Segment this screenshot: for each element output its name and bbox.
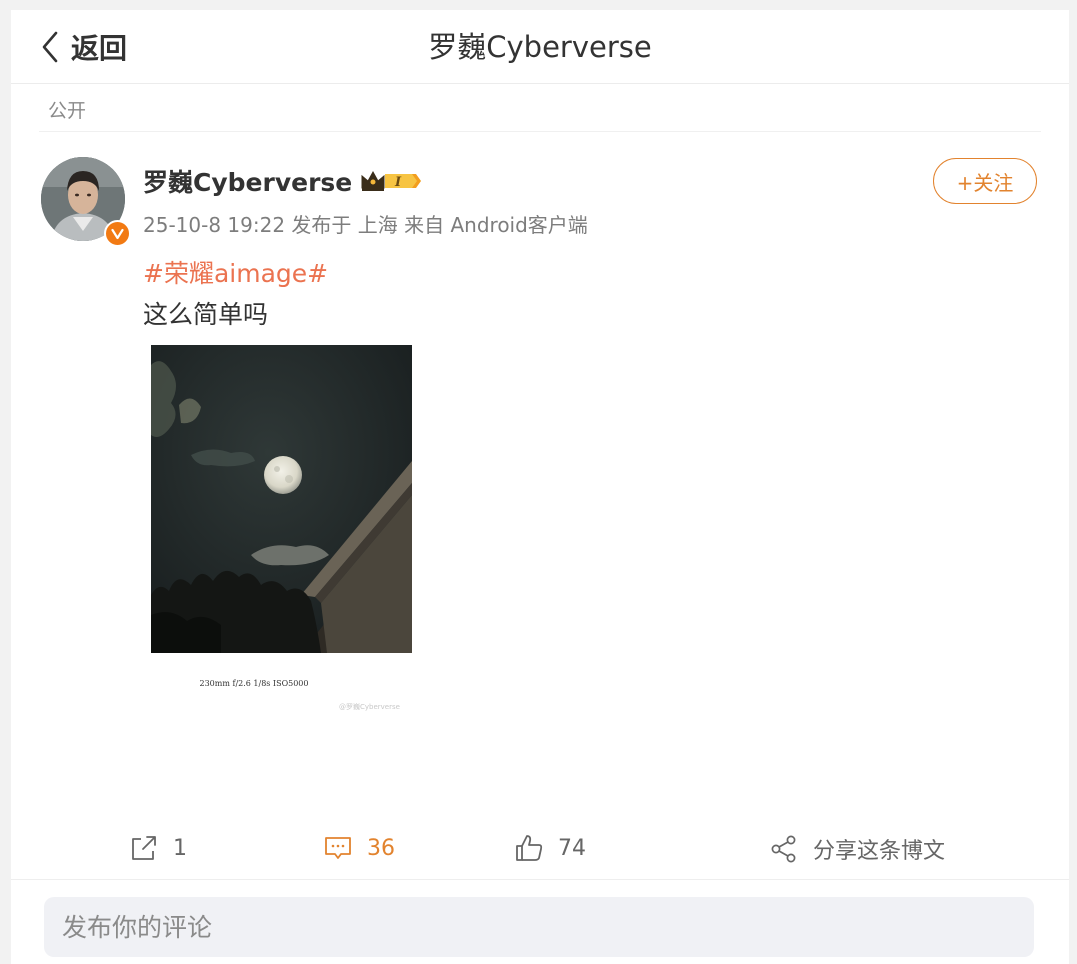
username[interactable]: 罗巍Cyberverse (143, 163, 352, 199)
post-text: 这么简单吗 (143, 300, 269, 329)
visibility-label: 公开 (48, 100, 87, 122)
divider (11, 879, 1069, 880)
svg-text:I: I (394, 175, 402, 190)
comment-count: 36 (367, 835, 395, 861)
exif-caption: 230mm f/2.6 1/8s ISO5000 (199, 679, 309, 688)
repost-icon (132, 836, 156, 860)
post-meta: 25-10-8 19:22 发布于 上海 来自 Android客户端 (143, 213, 588, 237)
hashtag-link[interactable]: #荣耀aimage# (143, 254, 328, 290)
moon-photo (151, 345, 412, 653)
like-button[interactable]: 74 (514, 833, 586, 863)
page-title: 罗巍Cyberverse (428, 30, 652, 64)
action-bar: 1 36 74 分享这条博文 (11, 825, 1069, 880)
share-icon (771, 835, 796, 863)
image-watermark: @罗巍Cyberverse (339, 703, 400, 711)
page-header: 返回 罗巍Cyberverse (11, 10, 1069, 84)
repost-button[interactable]: 1 (129, 833, 187, 863)
verified-v-badge-icon (104, 220, 131, 247)
share-label: 分享这条博文 (813, 839, 946, 864)
like-count: 74 (558, 835, 586, 861)
post-image[interactable]: 230mm f/2.6 1/8s ISO5000 @罗巍Cyberverse (144, 340, 424, 720)
crown-icon: I (361, 170, 422, 191)
thumbs-up-icon (516, 835, 543, 861)
post-author[interactable]: 罗巍Cyberverse I (143, 163, 422, 199)
follow-button[interactable]: +关注 (933, 158, 1037, 204)
divider (39, 131, 1041, 132)
share-button[interactable]: 分享这条博文 (769, 833, 945, 865)
post-detail-card: 返回 罗巍Cyberverse 公开 罗巍Cyberverse I 25-10-… (11, 10, 1069, 964)
comment-button[interactable]: 36 (323, 833, 395, 863)
comment-icon (325, 837, 351, 859)
member-badge[interactable]: I (360, 168, 422, 194)
repost-count: 1 (173, 835, 187, 861)
comment-input[interactable] (44, 897, 1034, 957)
